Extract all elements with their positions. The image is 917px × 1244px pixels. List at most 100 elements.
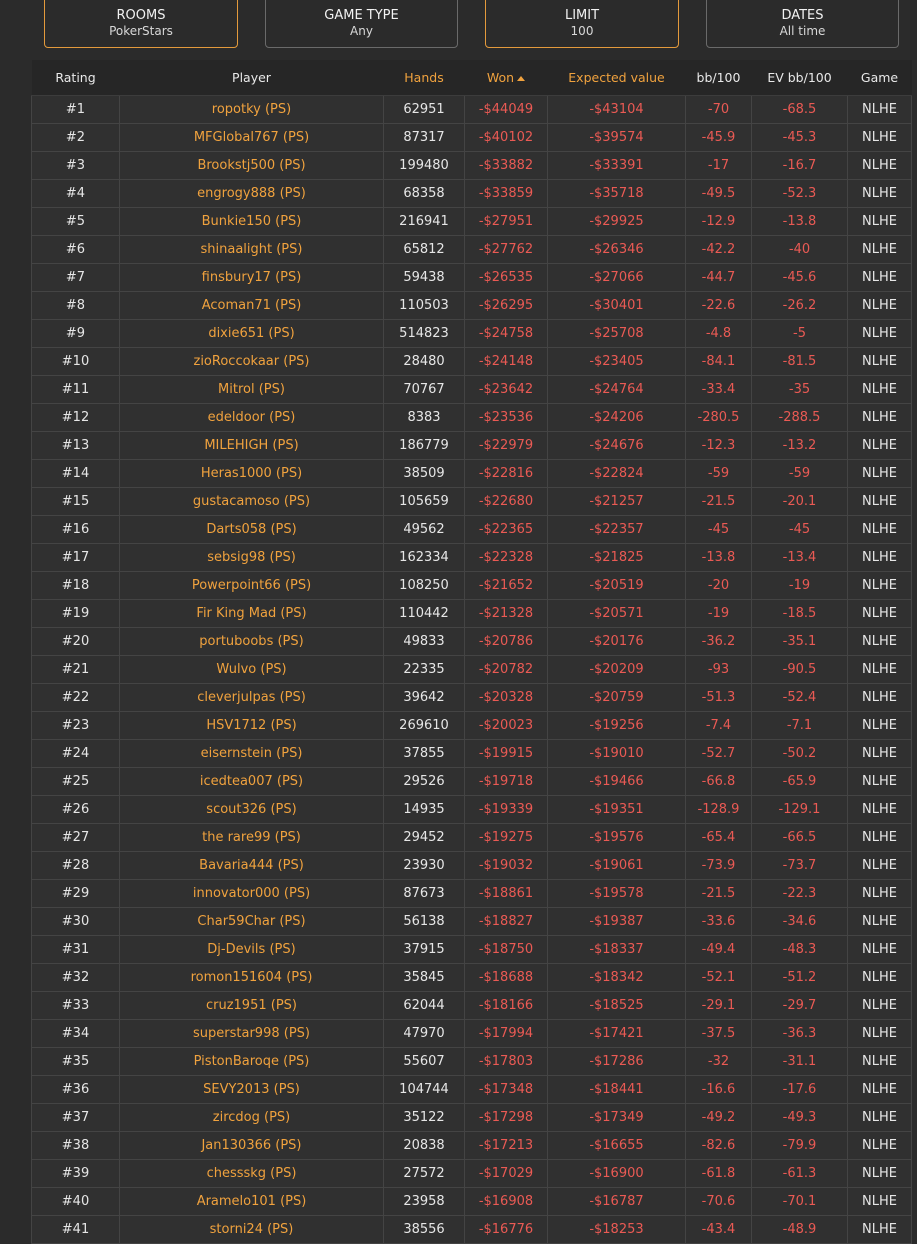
player-link[interactable]: Fir King Mad (PS) — [119, 599, 384, 628]
player-link[interactable]: superstar998 (PS) — [119, 1019, 384, 1048]
player-link[interactable]: MILEHIGH (PS) — [119, 431, 384, 460]
game-cell: NLHE — [847, 1215, 912, 1244]
player-link[interactable]: Acoman71 (PS) — [119, 291, 384, 320]
player-link[interactable]: edeldoor (PS) — [119, 403, 384, 432]
player-link[interactable]: Heras1000 (PS) — [119, 459, 384, 488]
expected-value-cell: -$16900 — [547, 1159, 686, 1188]
limit-filter[interactable]: LIMIT 100 — [485, 0, 679, 48]
ev-bb100-cell: -34.6 — [751, 907, 848, 936]
table-row: #1 ropotky (PS) 62951 -$44049 -$43104 -70 -68.… — [31, 95, 912, 124]
player-link[interactable]: Brookstj500 (PS) — [119, 151, 384, 180]
player-link[interactable]: storni24 (PS) — [119, 1215, 384, 1244]
column-header-bb100[interactable]: bb/100 — [685, 60, 752, 96]
table-row: #34 superstar998 (PS) 47970 -$17994 -$17421-… — [31, 1019, 912, 1048]
player-link[interactable]: zircdog (PS) — [119, 1103, 384, 1132]
player-link[interactable]: Darts058 (PS) — [119, 515, 384, 544]
game-cell: NLHE — [847, 95, 912, 124]
expected-value-cell: -$30401 — [547, 291, 686, 320]
player-link[interactable]: MFGlobal767 (PS) — [119, 123, 384, 152]
column-header-won[interactable]: Won — [464, 60, 548, 96]
expected-value-cell: -$16655 — [547, 1131, 686, 1160]
rooms-filter[interactable]: ROOMS PokerStars — [44, 0, 238, 48]
column-header-ev-bb100[interactable]: EV bb/100 — [751, 60, 848, 96]
player-link[interactable]: Bunkie150 (PS) — [119, 207, 384, 236]
hands-cell: 28480 — [383, 347, 465, 376]
player-link[interactable]: portuboobs (PS) — [119, 627, 384, 656]
hands-cell: 70767 — [383, 375, 465, 404]
column-header-hands[interactable]: Hands — [383, 60, 465, 96]
hands-cell: 269610 — [383, 711, 465, 740]
bb100-cell: -19 — [685, 599, 752, 628]
expected-value-cell: -$24206 — [547, 403, 686, 432]
won-cell: -$40102 — [464, 123, 548, 152]
player-link[interactable]: finsbury17 (PS) — [119, 263, 384, 292]
won-cell: -$22979 — [464, 431, 548, 460]
hands-cell: 49833 — [383, 627, 465, 656]
sort-ascending-icon — [517, 76, 526, 81]
won-cell: -$27762 — [464, 235, 548, 264]
player-link[interactable]: gustacamoso (PS) — [119, 487, 384, 516]
game-cell: NLHE — [847, 179, 912, 208]
hands-cell: 23930 — [383, 851, 465, 880]
player-link[interactable]: Bavaria444 (PS) — [119, 851, 384, 880]
player-link[interactable]: innovator000 (PS) — [119, 879, 384, 908]
game-type-filter[interactable]: GAME TYPE Any — [265, 0, 458, 48]
column-header-player[interactable]: Player — [119, 60, 384, 96]
expected-value-cell: -$18337 — [547, 935, 686, 964]
expected-value-cell: -$19578 — [547, 879, 686, 908]
player-link[interactable]: icedtea007 (PS) — [119, 767, 384, 796]
won-cell: -$18166 — [464, 991, 548, 1020]
player-link[interactable]: SEVY2013 (PS) — [119, 1075, 384, 1104]
column-header-expected-value[interactable]: Expected value — [547, 60, 686, 96]
table-row: #41 storni24 (PS) 38556 -$16776 -$18253 -43.4… — [31, 1215, 912, 1244]
player-link[interactable]: Powerpoint66 (PS) — [119, 571, 384, 600]
ev-bb100-cell: -70.1 — [751, 1187, 848, 1216]
expected-value-cell: -$17286 — [547, 1047, 686, 1076]
hands-cell: 56138 — [383, 907, 465, 936]
player-link[interactable]: romon151604 (PS) — [119, 963, 384, 992]
hands-cell: 23958 — [383, 1187, 465, 1216]
expected-value-cell: -$16787 — [547, 1187, 686, 1216]
ev-bb100-cell: -5 — [751, 319, 848, 348]
player-link[interactable]: zioRoccokaar (PS) — [119, 347, 384, 376]
hands-cell: 199480 — [383, 151, 465, 180]
won-cell: -$33859 — [464, 179, 548, 208]
ev-bb100-cell: -26.2 — [751, 291, 848, 320]
player-link[interactable]: cruz1951 (PS) — [119, 991, 384, 1020]
player-link[interactable]: Char59Char (PS) — [119, 907, 384, 936]
hands-cell: 29452 — [383, 823, 465, 852]
table-row: #32 romon151604 (PS) 35845 -$18688 -$18342 -5… — [31, 963, 912, 992]
hands-cell: 216941 — [383, 207, 465, 236]
player-link[interactable]: PistonBaroqe (PS) — [119, 1047, 384, 1076]
player-link[interactable]: cleverjulpas (PS) — [119, 683, 384, 712]
player-link[interactable]: HSV1712 (PS) — [119, 711, 384, 740]
player-link[interactable]: the rare99 (PS) — [119, 823, 384, 852]
filter-title: ROOMS — [116, 7, 166, 23]
player-link[interactable]: ropotky (PS) — [119, 95, 384, 124]
rating-cell: #27 — [31, 823, 120, 852]
player-link[interactable]: Mitrol (PS) — [119, 375, 384, 404]
bb100-cell: -22.6 — [685, 291, 752, 320]
expected-value-cell: -$43104 — [547, 95, 686, 124]
player-link[interactable]: scout326 (PS) — [119, 795, 384, 824]
game-cell: NLHE — [847, 543, 912, 572]
expected-value-cell: -$25708 — [547, 319, 686, 348]
player-link[interactable]: Aramelo101 (PS) — [119, 1187, 384, 1216]
player-link[interactable]: dixie651 (PS) — [119, 319, 384, 348]
table-row: #17 sebsig98 (PS) 162334 -$22328 -$21825 -13.… — [31, 543, 912, 572]
player-link[interactable]: chessskg (PS) — [119, 1159, 384, 1188]
player-link[interactable]: Jan130366 (PS) — [119, 1131, 384, 1160]
table-row: #26 scout326 (PS) 14935 -$19339 -$19351 -128.… — [31, 795, 912, 824]
player-link[interactable]: Wulvo (PS) — [119, 655, 384, 684]
player-link[interactable]: eisernstein (PS) — [119, 739, 384, 768]
won-cell: -$17213 — [464, 1131, 548, 1160]
bb100-cell: -45.9 — [685, 123, 752, 152]
player-link[interactable]: engrogy888 (PS) — [119, 179, 384, 208]
player-link[interactable]: shinaalight (PS) — [119, 235, 384, 264]
column-header-rating[interactable]: Rating — [31, 60, 120, 96]
hands-cell: 35122 — [383, 1103, 465, 1132]
player-link[interactable]: sebsig98 (PS) — [119, 543, 384, 572]
player-link[interactable]: Dj-Devils (PS) — [119, 935, 384, 964]
dates-filter[interactable]: DATES All time — [706, 0, 899, 48]
column-header-game[interactable]: Game — [847, 60, 912, 96]
